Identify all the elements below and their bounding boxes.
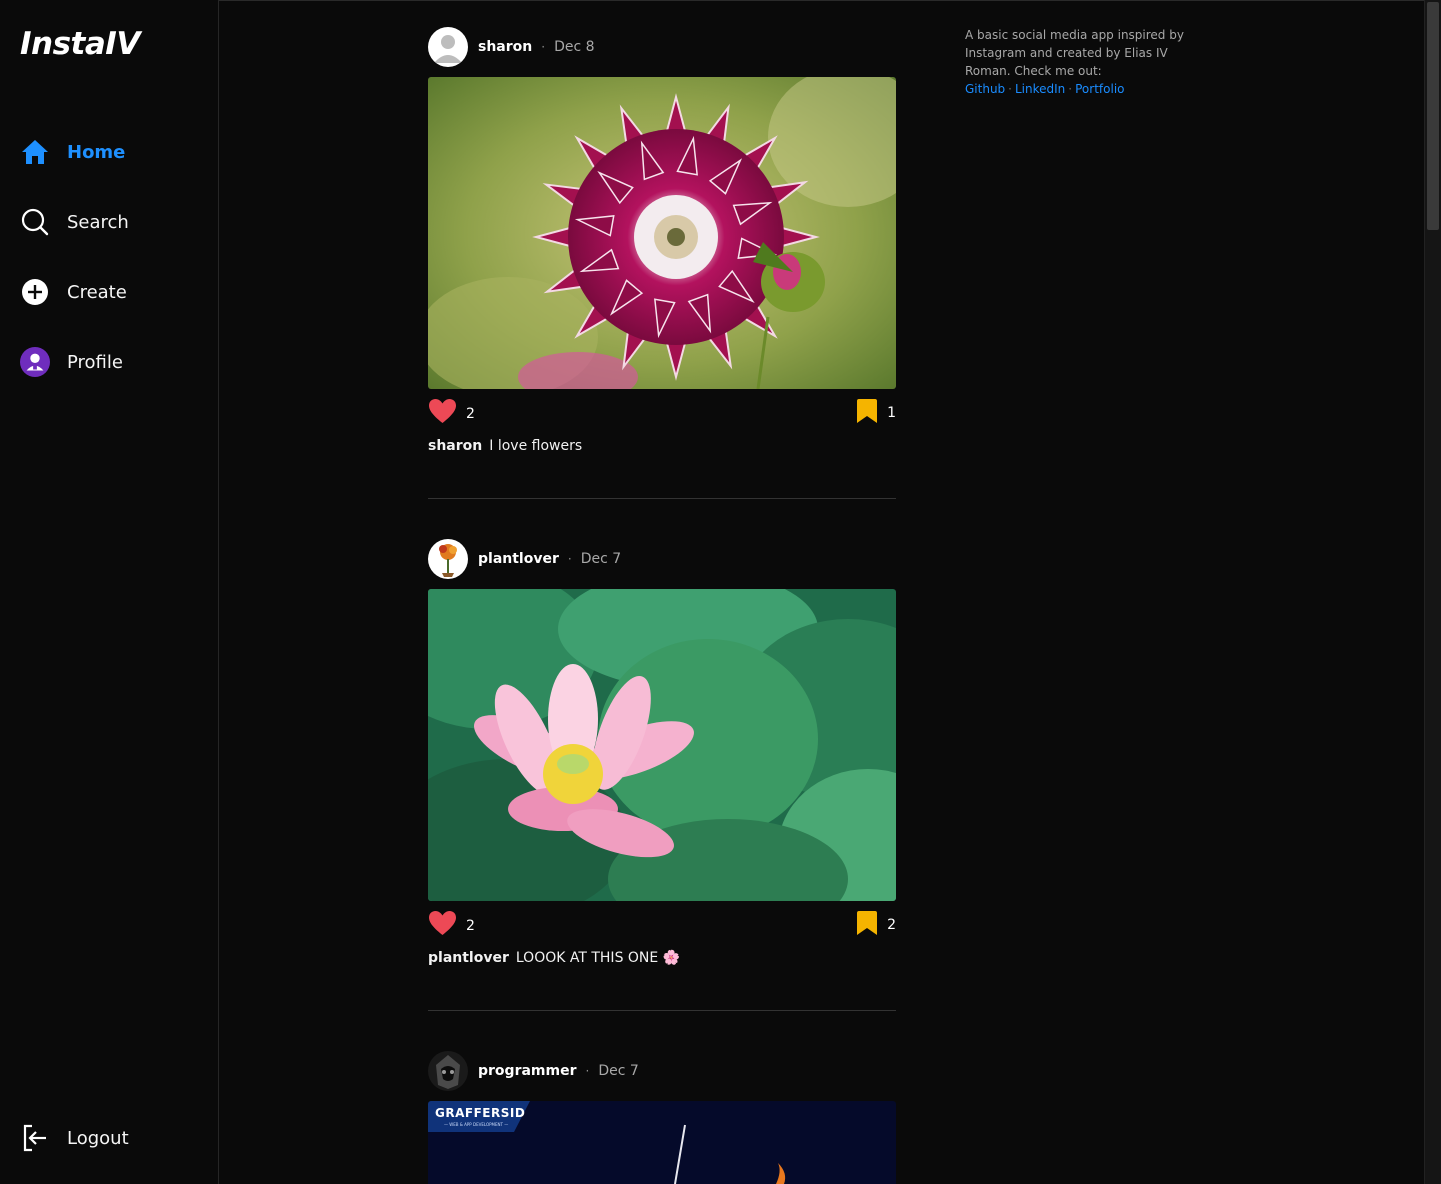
caption-text: LOOOK AT THIS ONE 🌸: [515, 950, 681, 966]
nav-profile-label: Profile: [67, 351, 123, 373]
post-header: plantlover · Dec 7: [428, 539, 896, 579]
github-link[interactable]: Github: [965, 82, 1005, 96]
user-avatar[interactable]: [428, 1051, 468, 1091]
post-caption: plantlover LOOOK AT THIS ONE 🌸: [428, 950, 680, 966]
like-count: 2: [466, 917, 475, 934]
nav-home[interactable]: Home: [20, 134, 125, 170]
like-count: 2: [466, 405, 475, 422]
link-separator: ·: [1068, 82, 1073, 96]
post-divider: [428, 498, 896, 499]
home-icon: [20, 137, 50, 167]
logout-label: Logout: [67, 1127, 129, 1149]
pink-lotus-photo[interactable]: [428, 589, 896, 901]
post-actions: 2 2: [428, 911, 896, 939]
graffersid-banner[interactable]: GRAFFERSID — WEB & APP DEVELOPMENT —: [428, 1101, 896, 1184]
about-panel: A basic social media app inspired by Ins…: [965, 26, 1200, 98]
post-divider: [428, 1010, 896, 1011]
save-count: 1: [887, 405, 896, 421]
about-links: Github · LinkedIn · Portfolio: [965, 80, 1200, 98]
post-username[interactable]: plantlover: [478, 551, 559, 567]
post-username[interactable]: sharon: [478, 39, 532, 55]
caption-text: I love flowers: [489, 438, 583, 454]
separator-dot: ·: [567, 552, 572, 566]
scrollbar[interactable]: [1424, 0, 1441, 1184]
about-text: A basic social media app inspired by Ins…: [965, 28, 1184, 78]
post-date: Dec 8: [554, 39, 595, 55]
post-header: programmer · Dec 7: [428, 1051, 896, 1091]
profile-avatar-icon: [20, 347, 50, 377]
like-button[interactable]: 2: [429, 911, 475, 940]
linkedin-link[interactable]: LinkedIn: [1015, 82, 1065, 96]
post-date: Dec 7: [580, 551, 622, 567]
heart-icon: [429, 399, 456, 428]
separator-dot: ·: [585, 1064, 590, 1078]
caption-username[interactable]: sharon: [428, 438, 482, 454]
scrollbar-thumb[interactable]: [1427, 2, 1439, 230]
save-button[interactable]: 1: [857, 399, 896, 427]
bookmark-icon: [857, 911, 878, 939]
like-button[interactable]: 2: [429, 399, 475, 428]
plus-circle-icon: [20, 277, 50, 307]
save-button[interactable]: 2: [857, 911, 896, 939]
nav-home-label: Home: [67, 141, 126, 163]
search-icon: [20, 207, 50, 237]
user-avatar[interactable]: [428, 539, 468, 579]
logout-button[interactable]: Logout: [20, 1120, 129, 1156]
nav-search[interactable]: Search: [20, 204, 129, 240]
logout-icon: [20, 1123, 50, 1153]
post-actions: 2 1: [428, 399, 896, 427]
banner-subtitle: — WEB & APP DEVELOPMENT —: [444, 1122, 509, 1127]
nav-create[interactable]: Create: [20, 274, 127, 310]
sidebar: InstaIV Home Search Create Profile Logou…: [0, 0, 219, 1184]
save-count: 2: [887, 917, 896, 933]
link-separator: ·: [1008, 82, 1012, 96]
nav-create-label: Create: [67, 281, 127, 303]
post-caption: sharon I love flowers: [428, 438, 582, 454]
post-date: Dec 7: [598, 1063, 639, 1079]
user-avatar[interactable]: [428, 27, 468, 67]
nav-profile[interactable]: Profile: [20, 344, 123, 380]
separator-dot: ·: [541, 40, 546, 54]
heart-icon: [429, 911, 456, 940]
banner-brand: GRAFFERSID: [435, 1106, 526, 1120]
post-username[interactable]: programmer: [478, 1063, 577, 1079]
post-header: sharon · Dec 8: [428, 27, 896, 67]
bookmark-icon: [857, 399, 878, 427]
pink-dahlia-photo[interactable]: [428, 77, 896, 389]
nav-search-label: Search: [67, 211, 129, 233]
caption-username[interactable]: plantlover: [428, 950, 509, 966]
portfolio-link[interactable]: Portfolio: [1075, 82, 1124, 96]
app-logo[interactable]: InstaIV: [20, 26, 140, 62]
